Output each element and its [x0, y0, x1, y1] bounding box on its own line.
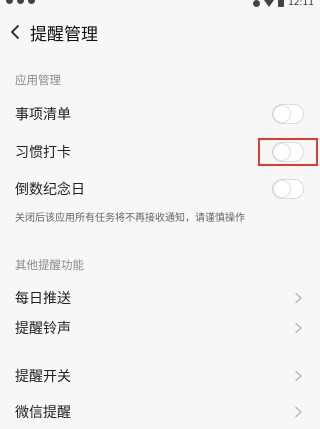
chevron-left-icon	[11, 25, 19, 39]
battery-icon	[278, 0, 285, 7]
row-daily-push[interactable]: 每日推送	[0, 283, 320, 313]
row-wechat-reminder[interactable]: 微信提醒	[0, 397, 320, 427]
toggle-knob	[274, 106, 290, 122]
section-title-other-reminders: 其他提醒功能	[15, 258, 84, 272]
app-management-hint: 关闭后该应用所有任务将不再接收通知，请谨慎操作	[15, 213, 245, 224]
row-reminder-ringtone[interactable]: 提醒铃声	[0, 313, 320, 343]
toggle-knob	[274, 181, 290, 197]
status-time: 12:11	[288, 0, 314, 8]
row-label: 每日推送	[15, 291, 71, 307]
header: 提醒管理	[0, 14, 320, 50]
screen: 12:11 提醒管理 应用管理 事项清单 习惯打卡 倒数纪念日 关闭后该应用所有…	[0, 0, 320, 429]
signal-icon	[253, 0, 261, 7]
chevron-right-icon	[295, 322, 302, 334]
row-label: 事项清单	[15, 107, 71, 123]
row-todo-list: 事项清单	[0, 99, 320, 129]
row-label: 倒数纪念日	[15, 182, 85, 198]
notification-icon	[17, 0, 24, 4]
status-indicators: 12:11	[253, 0, 314, 8]
status-bar: 12:11	[0, 0, 320, 12]
chevron-right-icon	[295, 292, 302, 304]
row-countdown-anniversary: 倒数纪念日	[0, 174, 320, 204]
chevron-right-icon	[295, 406, 302, 418]
wifi-icon	[264, 0, 275, 7]
row-label: 微信提醒	[15, 405, 71, 421]
download-icon	[28, 0, 35, 4]
page-title: 提醒管理	[30, 24, 98, 45]
toggle-knob	[274, 144, 290, 160]
back-button[interactable]	[2, 14, 28, 50]
row-habit-checkin: 习惯打卡	[0, 137, 320, 167]
row-reminder-switch[interactable]: 提醒开关	[0, 361, 320, 391]
chevron-right-icon	[295, 370, 302, 382]
row-label: 提醒铃声	[15, 321, 71, 337]
row-label: 习惯打卡	[15, 145, 71, 161]
notification-icon	[6, 0, 13, 4]
row-label: 提醒开关	[15, 369, 71, 385]
habit-checkin-toggle[interactable]	[272, 142, 304, 162]
countdown-anniversary-toggle[interactable]	[272, 179, 304, 199]
status-notifications	[6, 0, 35, 4]
section-title-app-management: 应用管理	[15, 73, 61, 87]
todo-list-toggle[interactable]	[272, 104, 304, 124]
